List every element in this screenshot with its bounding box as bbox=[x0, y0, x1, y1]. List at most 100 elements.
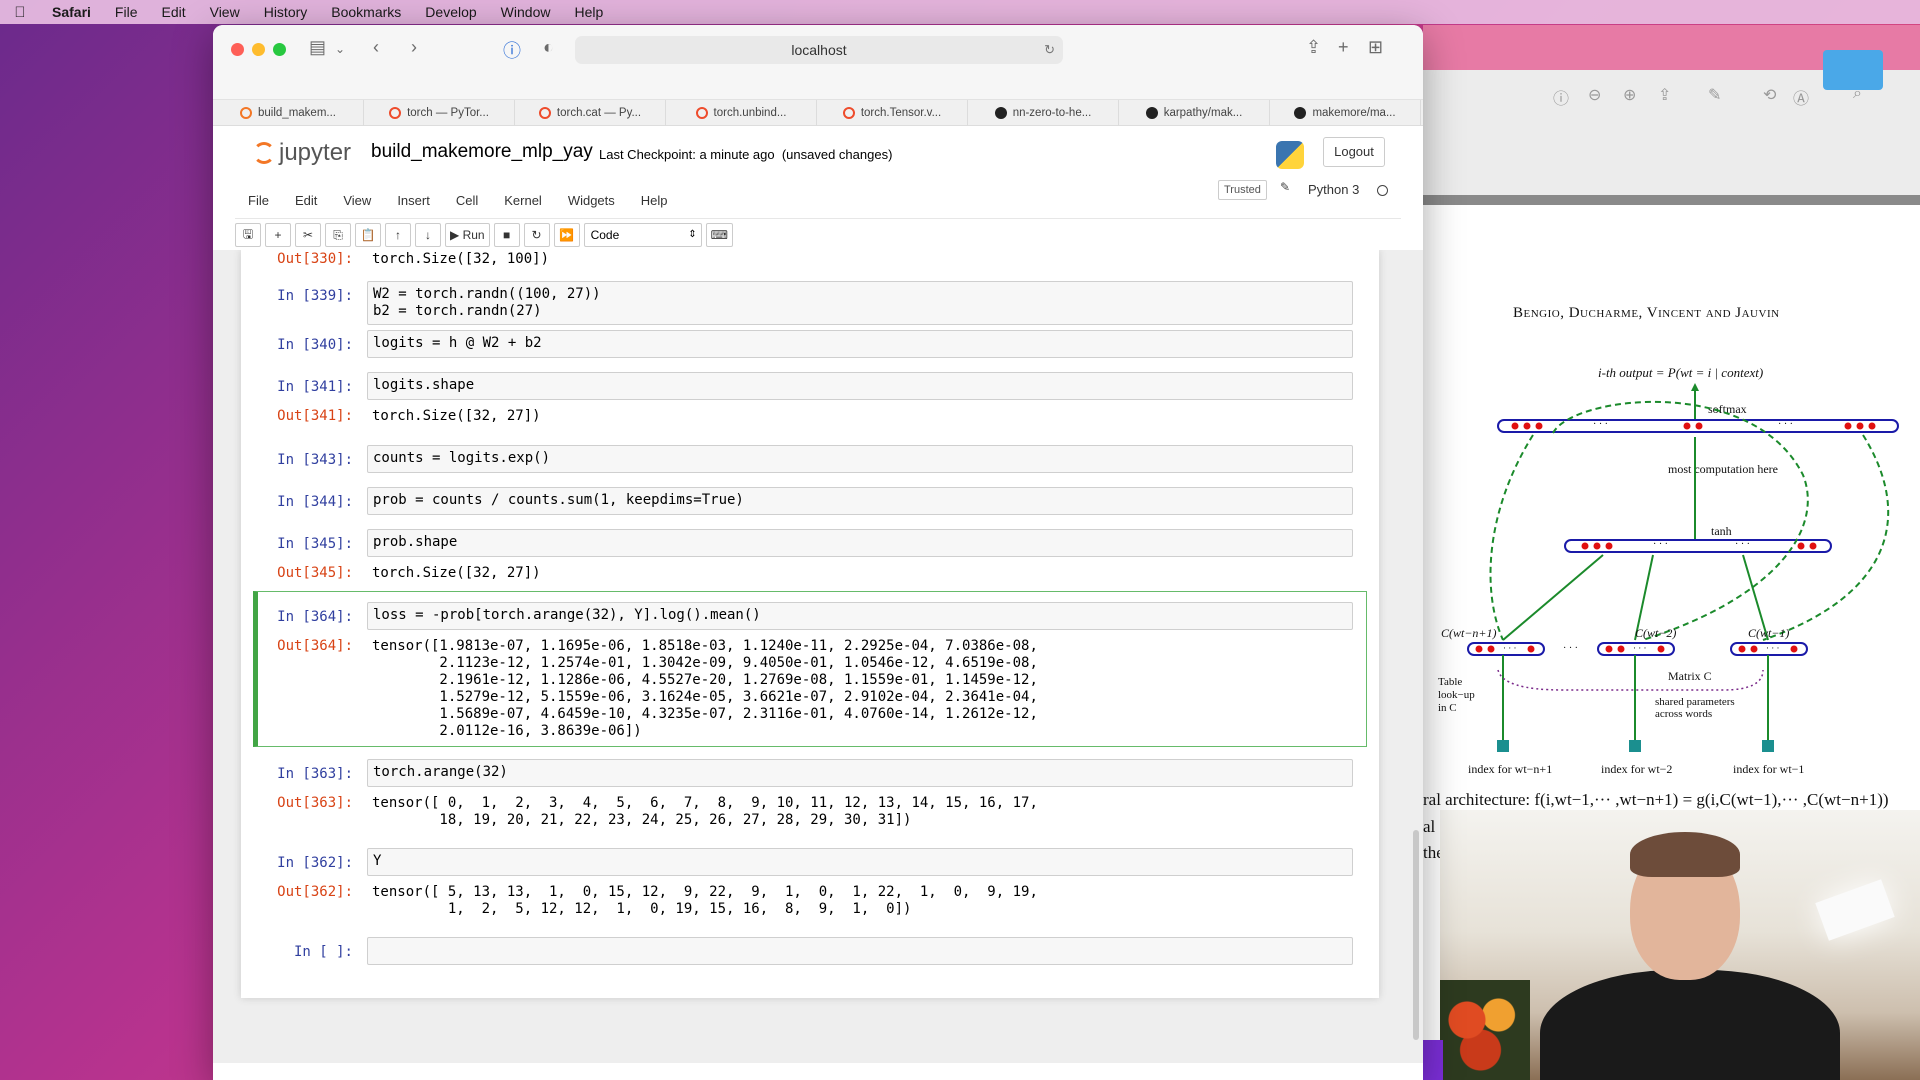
menu-develop[interactable]: Develop bbox=[413, 4, 488, 20]
edit-pencil-icon[interactable]: ✎ bbox=[1280, 180, 1290, 194]
code-cell-input[interactable]: prob.shape bbox=[367, 529, 1353, 557]
diagram-c1-label: C(wt−n+1) bbox=[1441, 626, 1497, 640]
menu-help[interactable]: Help bbox=[562, 4, 615, 20]
minimize-window-button[interactable] bbox=[252, 43, 265, 56]
github-icon bbox=[994, 107, 1007, 119]
cell-type-select[interactable]: Code bbox=[583, 223, 702, 247]
folder-icon bbox=[1823, 50, 1883, 90]
diagram-tanh-label: tanh bbox=[1711, 524, 1732, 538]
notebook-scrollbar[interactable] bbox=[1413, 830, 1419, 1040]
tab-torch-tensor-view[interactable]: torch.Tensor.v... bbox=[817, 100, 968, 126]
address-bar[interactable]: localhost ↻ bbox=[575, 36, 1063, 64]
logout-button[interactable]: Logout bbox=[1323, 137, 1385, 167]
stop-icon[interactable]: ■ bbox=[493, 223, 520, 247]
github-icon bbox=[1145, 107, 1158, 119]
run-button[interactable]: ▶ Run bbox=[445, 223, 490, 247]
forward-icon[interactable]: › bbox=[411, 37, 417, 58]
move-up-icon[interactable]: ↑ bbox=[385, 223, 411, 247]
nb-menu-insert[interactable]: Insert bbox=[384, 193, 443, 208]
code-cell-input[interactable]: counts = logits.exp() bbox=[367, 445, 1353, 473]
menu-safari[interactable]: Safari bbox=[40, 4, 103, 20]
code-cell-input[interactable]: logits.shape bbox=[367, 372, 1353, 400]
markup-pen-icon[interactable]: ✎ bbox=[1708, 85, 1721, 105]
restart-icon[interactable]: ↻ bbox=[523, 223, 550, 247]
zoom-window-button[interactable] bbox=[273, 43, 286, 56]
code-cell-input[interactable]: logits = h @ W2 + b2 bbox=[367, 330, 1353, 358]
tab-overview-icon[interactable]: ⊞ bbox=[1368, 37, 1383, 58]
code-cell-input[interactable]: W2 = torch.randn((100, 27)) b2 = torch.r… bbox=[367, 281, 1353, 325]
move-down-icon[interactable]: ↓ bbox=[415, 223, 441, 247]
paste-icon[interactable]: 📋 bbox=[355, 223, 381, 247]
tab-torch[interactable]: torch — PyTor... bbox=[364, 100, 515, 126]
chevron-down-icon[interactable]: ⌄ bbox=[335, 42, 345, 56]
kernel-name[interactable]: Python 3 bbox=[1308, 182, 1359, 197]
svg-text:· · ·: · · · bbox=[1653, 539, 1668, 550]
svg-text:· · ·: · · · bbox=[1503, 643, 1517, 653]
rotate-icon[interactable]: ⟲ bbox=[1763, 85, 1776, 105]
tab-torch-cat[interactable]: torch.cat — Py... bbox=[515, 100, 666, 126]
nb-menu-view[interactable]: View bbox=[330, 193, 384, 208]
out-prompt: Out[330]: bbox=[277, 251, 353, 267]
privacy-shield-icon[interactable]: ◐ bbox=[543, 37, 554, 58]
keyboard-icon[interactable]: ⌨ bbox=[705, 223, 733, 247]
code-cell-input[interactable]: prob = counts / counts.sum(1, keepdims=T… bbox=[367, 487, 1353, 515]
nb-menu-help[interactable]: Help bbox=[628, 193, 681, 208]
fast-forward-icon[interactable]: ⏩ bbox=[553, 223, 580, 247]
close-window-button[interactable] bbox=[231, 43, 244, 56]
diagram-c2-label: C(wt−2) bbox=[1635, 626, 1676, 640]
menu-file[interactable]: File bbox=[103, 4, 150, 20]
diagram-matrix-c-label: Matrix C bbox=[1668, 669, 1712, 683]
menu-edit[interactable]: Edit bbox=[149, 4, 197, 20]
in-prompt: In [343]: bbox=[277, 452, 353, 468]
reload-icon[interactable]: ↻ bbox=[1044, 36, 1055, 64]
in-prompt: In [341]: bbox=[277, 379, 353, 395]
empty-code-cell-input[interactable] bbox=[367, 937, 1353, 965]
share-icon[interactable]: ⇪ bbox=[1306, 37, 1321, 58]
info-icon[interactable]: ⓘ bbox=[1553, 85, 1569, 109]
annotate-icon[interactable]: Ⓐ bbox=[1793, 85, 1809, 109]
menu-view[interactable]: View bbox=[198, 4, 252, 20]
sidebar-icon[interactable]: ▤ bbox=[309, 37, 326, 58]
in-prompt: In [344]: bbox=[277, 494, 353, 510]
tab-karpathy-makemore[interactable]: karpathy/mak... bbox=[1119, 100, 1270, 126]
extension-icon[interactable]: ⓘ bbox=[503, 37, 521, 63]
tab-bar: build_makem... torch — PyTor... torch.ca… bbox=[213, 100, 1423, 126]
tab-build-makemore[interactable]: build_makem... bbox=[213, 100, 364, 126]
diagram-idx1-label: index for wt−n+1 bbox=[1468, 762, 1552, 776]
back-icon[interactable]: ‹ bbox=[373, 37, 379, 58]
neural-architecture-diagram: i-th output = P(wt = i | context) softma… bbox=[1438, 365, 1899, 776]
jupyter-logo[interactable]: jupyter bbox=[253, 139, 351, 167]
code-cell-input[interactable]: torch.arange(32) bbox=[367, 759, 1353, 787]
svg-text:· · ·: · · · bbox=[1735, 539, 1750, 550]
cut-icon[interactable]: ✂ bbox=[295, 223, 321, 247]
zoom-out-icon[interactable]: ⊖ bbox=[1588, 85, 1601, 105]
save-icon[interactable]: 🖫 bbox=[235, 223, 261, 247]
apple-menu-icon[interactable]:  bbox=[0, 4, 40, 21]
notebook-name[interactable]: build_makemore_mlp_yay bbox=[371, 141, 593, 163]
zoom-in-icon[interactable]: ⊕ bbox=[1623, 85, 1636, 105]
tab-torch-unbind[interactable]: torch.unbind... bbox=[666, 100, 817, 126]
insert-cell-icon[interactable]: + bbox=[265, 223, 291, 247]
new-tab-icon[interactable]: + bbox=[1338, 37, 1349, 58]
share-icon[interactable]: ⇪ bbox=[1658, 85, 1671, 105]
menu-history[interactable]: History bbox=[252, 4, 320, 20]
nb-menu-cell[interactable]: Cell bbox=[443, 193, 491, 208]
code-cell-input[interactable]: Y bbox=[367, 848, 1353, 876]
flowers bbox=[1440, 980, 1530, 1080]
copy-icon[interactable]: ⎘ bbox=[325, 223, 351, 247]
window-controls bbox=[231, 43, 286, 56]
nb-menu-file[interactable]: File bbox=[235, 193, 282, 208]
code-cell-input[interactable]: loss = -prob[torch.arange(32), Y].log().… bbox=[367, 602, 1353, 630]
trusted-badge[interactable]: Trusted bbox=[1218, 180, 1267, 200]
kernel-idle-icon bbox=[1377, 185, 1388, 196]
pytorch-icon bbox=[389, 107, 402, 119]
tab-makemore-main[interactable]: makemore/ma... bbox=[1270, 100, 1421, 126]
notebook-area: Out[330]: torch.Size([32, 100]) In [339]… bbox=[213, 250, 1423, 1063]
nb-menu-widgets[interactable]: Widgets bbox=[555, 193, 628, 208]
menu-window[interactable]: Window bbox=[489, 4, 563, 20]
tab-nn-zero-to-hero[interactable]: nn-zero-to-he... bbox=[968, 100, 1119, 126]
nb-menu-edit[interactable]: Edit bbox=[282, 193, 330, 208]
menu-bookmarks[interactable]: Bookmarks bbox=[319, 4, 413, 20]
nb-menu-kernel[interactable]: Kernel bbox=[491, 193, 555, 208]
search-icon[interactable]: ⌕ bbox=[1853, 85, 1862, 103]
